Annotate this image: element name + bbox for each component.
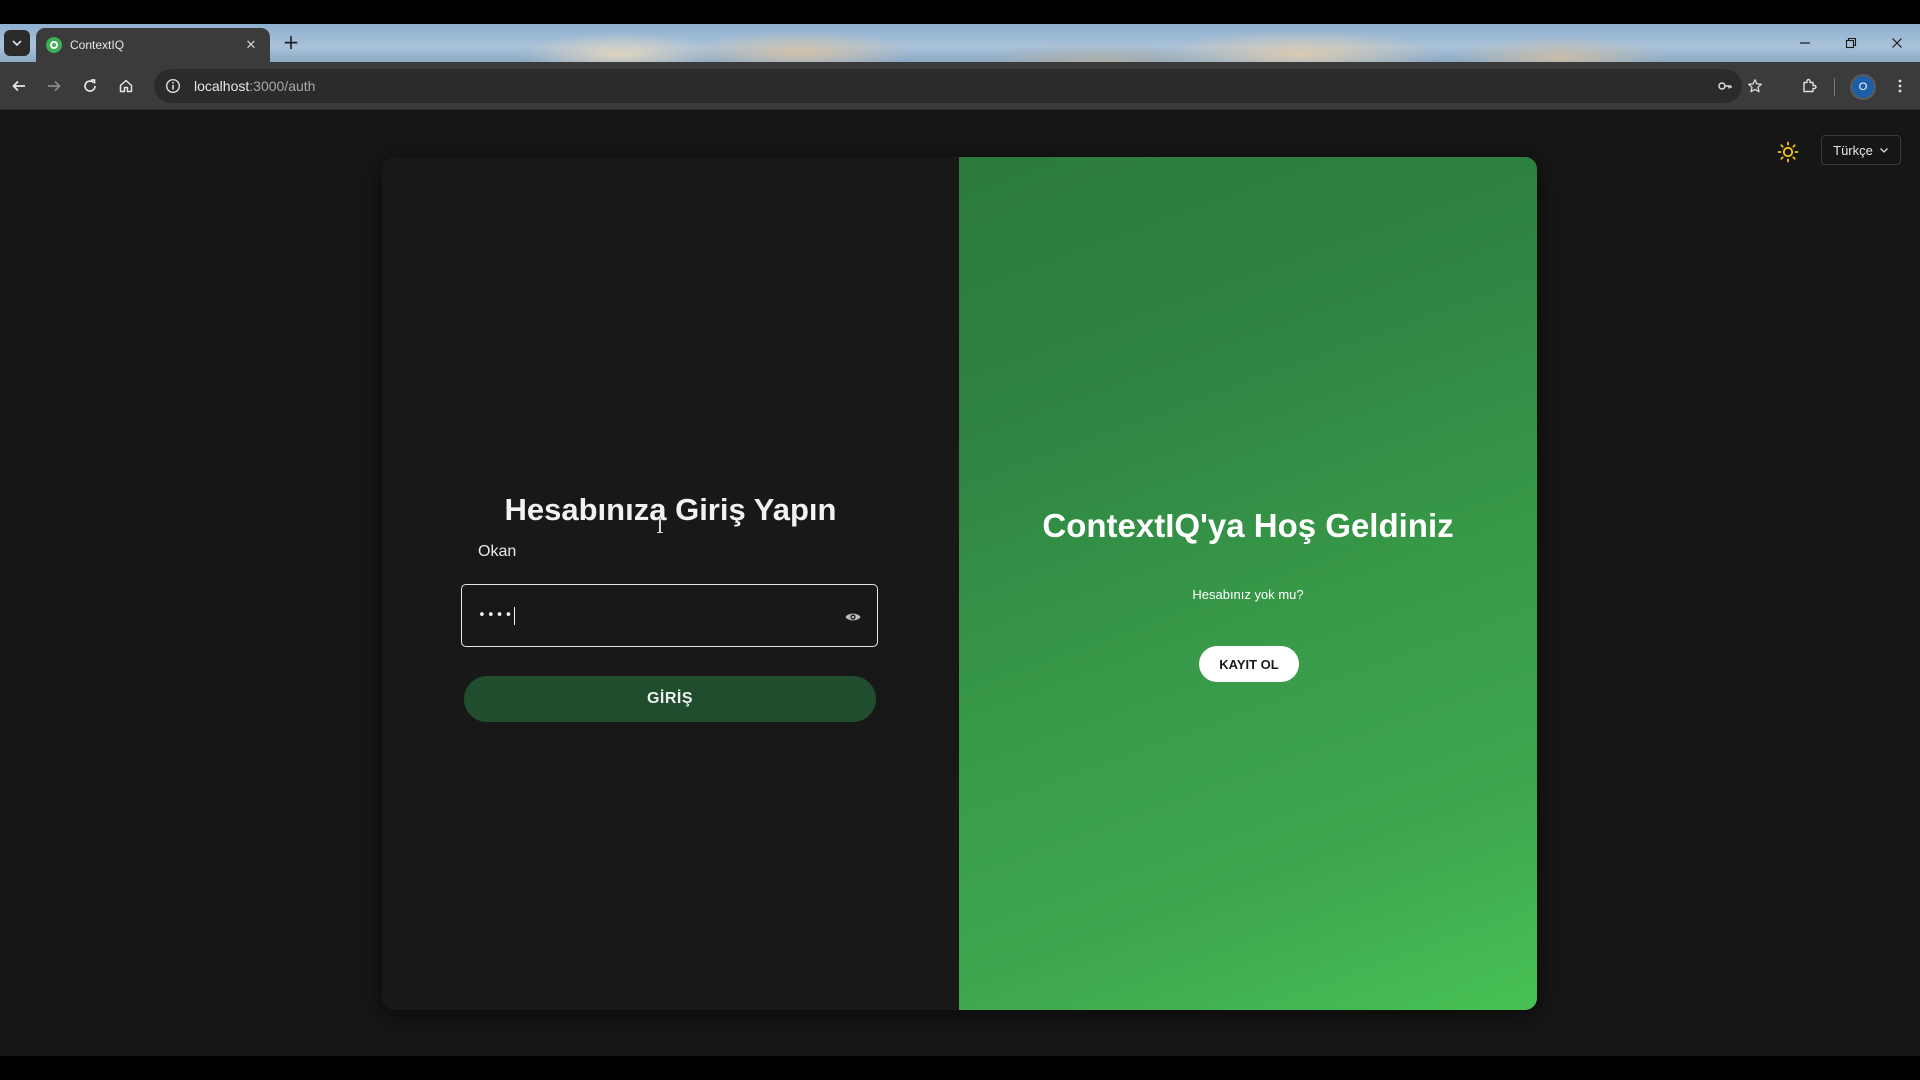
login-submit-button[interactable]: GİRİŞ [464, 676, 876, 722]
minimize-button[interactable] [1782, 24, 1828, 62]
text-caret [514, 606, 516, 625]
url-text: localhost:3000/auth [194, 78, 315, 94]
restore-icon [1845, 37, 1857, 49]
password-manager-button[interactable] [1710, 71, 1740, 101]
tab-search-icon [12, 40, 22, 47]
site-info-icon [165, 78, 181, 94]
home-icon [119, 79, 133, 93]
screen: ContextIQ ✕ + localhost:3000/auth O Türk… [0, 0, 1920, 1080]
forward-button[interactable] [42, 74, 66, 98]
tab-close-button[interactable]: ✕ [242, 38, 260, 53]
username-field[interactable]: Okan [461, 524, 874, 580]
new-tab-button[interactable]: + [280, 32, 302, 54]
language-select-value: Türkçe [1833, 142, 1873, 158]
restore-button[interactable] [1828, 24, 1874, 62]
login-panel: Hesabınıza Giriş Yapın Okan I •••• GİRİŞ [382, 157, 959, 1010]
password-key-icon [1718, 82, 1732, 90]
bookmark-button[interactable] [1740, 71, 1770, 101]
extensions-icon [1803, 78, 1817, 93]
site-info-button[interactable] [164, 77, 182, 95]
welcome-panel: ContextIQ'ya Hoş Geldiniz Hesabınız yok … [959, 157, 1537, 1010]
url-path: :3000/auth [249, 78, 316, 94]
page-viewport: Türkçe Hesabınıza Giriş Yapın Okan I •••… [0, 110, 1920, 1056]
screen-bottom-bar [0, 1056, 1920, 1080]
theme-toggle-button[interactable] [1774, 138, 1802, 166]
tab-search-button[interactable] [4, 30, 30, 56]
welcome-subtitle: Hesabınız yok mu? [1192, 587, 1304, 602]
toolbar-divider [1834, 78, 1835, 96]
home-button[interactable] [114, 74, 138, 98]
browser-menu-button[interactable] [1888, 74, 1912, 98]
toggle-password-visibility-button[interactable] [843, 607, 863, 627]
back-icon [12, 80, 25, 92]
password-value: •••• [478, 608, 514, 623]
favicon-icon [46, 37, 62, 53]
back-button[interactable] [7, 74, 31, 98]
sun-icon [1777, 141, 1799, 163]
auth-card: Hesabınıza Giriş Yapın Okan I •••• GİRİŞ… [382, 157, 1537, 1010]
window-controls [1782, 24, 1920, 62]
reload-icon [84, 79, 96, 92]
url-host: localhost [194, 78, 250, 94]
welcome-title: ContextIQ'ya Hoş Geldiniz [1042, 507, 1454, 544]
profile-avatar[interactable]: O [1850, 74, 1876, 100]
chevron-down-icon [1879, 148, 1888, 153]
forward-icon [48, 80, 61, 92]
star-icon [1748, 79, 1762, 93]
browser-toolbar: localhost:3000/auth O [0, 62, 1920, 110]
mouse-text-cursor: I [656, 514, 664, 538]
omnibox-actions [1710, 69, 1770, 103]
close-icon [1892, 38, 1902, 48]
signup-button[interactable]: KAYIT OL [1199, 646, 1299, 682]
minimize-icon [1800, 42, 1810, 44]
close-window-button[interactable] [1874, 24, 1920, 62]
login-title: Hesabınıza Giriş Yapın [504, 492, 837, 527]
browser-titlebar: ContextIQ ✕ + [0, 24, 1920, 62]
reload-button[interactable] [78, 74, 102, 98]
menu-icon [1898, 79, 1902, 93]
eye-icon [845, 613, 861, 621]
password-field[interactable]: •••• [461, 584, 878, 647]
browser-tab-active[interactable]: ContextIQ ✕ [36, 28, 270, 62]
tab-title: ContextIQ [70, 38, 125, 52]
address-bar[interactable]: localhost:3000/auth [154, 69, 1762, 103]
language-select[interactable]: Türkçe [1821, 135, 1901, 165]
extensions-button[interactable] [1797, 74, 1821, 98]
